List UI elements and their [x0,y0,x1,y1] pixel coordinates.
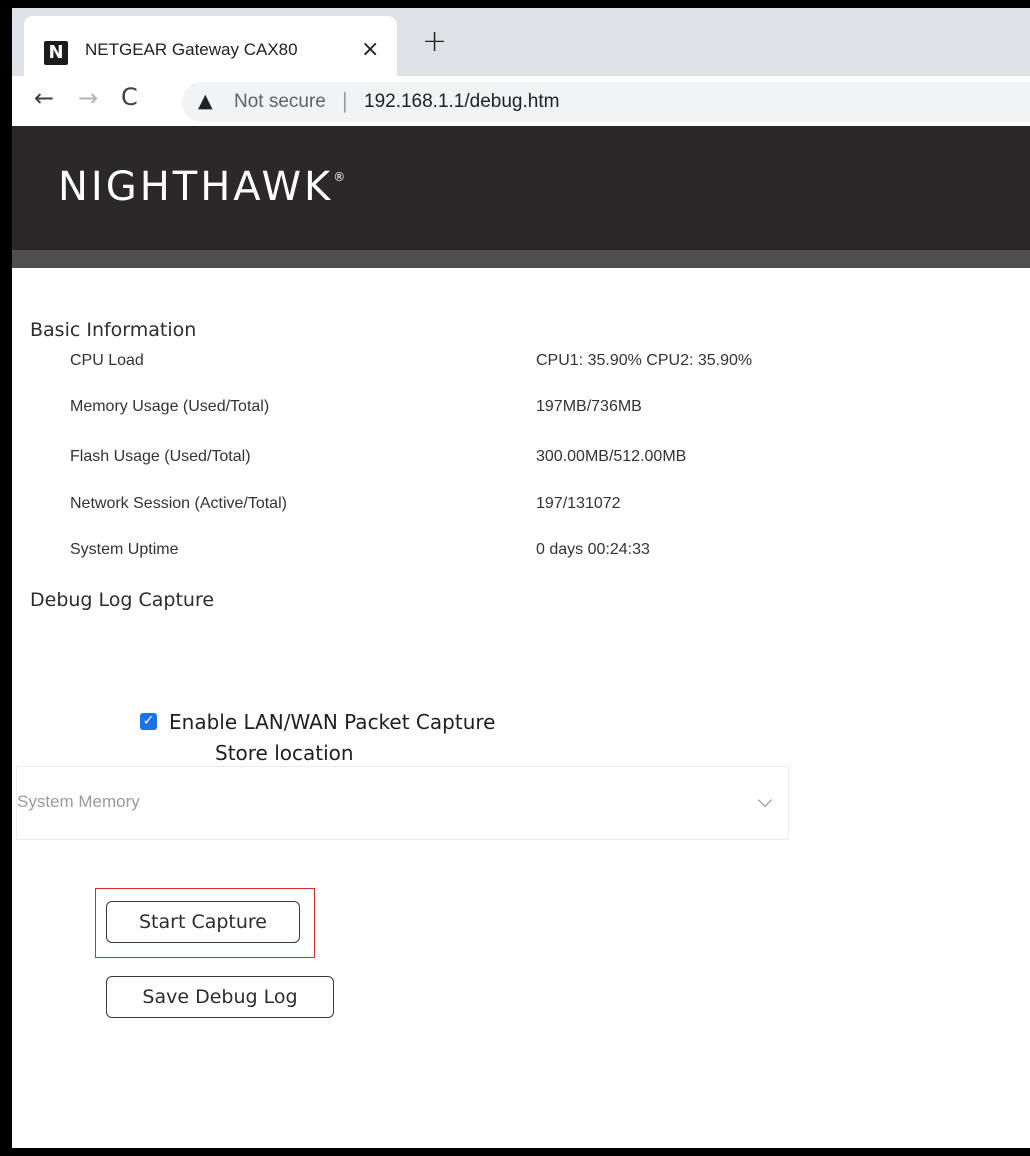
registered-mark: ® [333,170,346,184]
forward-arrow-icon[interactable]: → [78,84,98,112]
chevron-down-icon [757,792,773,808]
basic-information-title: Basic Information [30,319,197,341]
url-text[interactable]: 192.168.1.1/debug.htm [364,91,559,113]
reload-icon[interactable]: C [121,83,138,111]
store-location-value: System Memory [17,792,140,811]
info-value: CPU1: 35.90% CPU2: 35.90% [536,352,753,369]
info-value: 0 days 00:24:33 [536,541,650,558]
info-value: 197/131072 [536,495,621,512]
info-row-memory-usage: Memory Usage (Used/Total) 197MB/736MB [12,398,1030,428]
store-location-label: Store location [215,741,354,765]
url-separator: | [342,88,348,113]
browser-toolbar: ← → C ▲ Not secure | 192.168.1.1/debug.h… [12,76,1030,126]
site-header: NIGHTHAWK® [12,126,1030,250]
back-arrow-icon[interactable]: ← [34,84,54,112]
browser-window: N NETGEAR Gateway CAX80 × + ← → C ▲ Not … [12,8,1030,1148]
browser-tab[interactable]: N NETGEAR Gateway CAX80 × [24,16,397,76]
info-label: System Uptime [70,541,179,558]
header-divider [12,250,1030,268]
netgear-favicon-icon: N [44,41,68,65]
security-status[interactable]: Not secure [234,91,326,113]
info-row-cpu-load: CPU Load CPU1: 35.90% CPU2: 35.90% [12,352,1030,382]
info-value: 300.00MB/512.00MB [536,448,687,465]
info-label: CPU Load [70,352,144,369]
info-label: Flash Usage (Used/Total) [70,448,251,465]
save-debug-log-button[interactable]: Save Debug Log [106,976,334,1018]
close-tab-icon[interactable]: × [361,37,379,62]
warning-icon[interactable]: ▲ [198,90,213,112]
address-bar[interactable]: ▲ Not secure | 192.168.1.1/debug.htm [182,82,1030,122]
info-row-system-uptime: System Uptime 0 days 00:24:33 [12,541,1030,571]
tab-strip: N NETGEAR Gateway CAX80 × + [12,8,1030,76]
store-location-select[interactable]: System Memory [16,766,789,840]
enable-packet-capture-label[interactable]: Enable LAN/WAN Packet Capture [169,710,495,734]
start-capture-button[interactable]: Start Capture [106,901,300,943]
debug-log-capture-title: Debug Log Capture [30,589,215,611]
info-label: Network Session (Active/Total) [70,495,287,512]
enable-packet-capture-checkbox[interactable]: ✓ [140,713,157,730]
info-label: Memory Usage (Used/Total) [70,398,270,415]
info-value: 197MB/736MB [536,398,642,415]
info-row-network-session: Network Session (Active/Total) 197/13107… [12,495,1030,525]
logo-text: NIGHTHAWK [58,164,334,210]
tab-title: NETGEAR Gateway CAX80 [85,40,298,59]
nighthawk-logo: NIGHTHAWK® [58,164,345,210]
info-row-flash-usage: Flash Usage (Used/Total) 300.00MB/512.00… [12,448,1030,478]
new-tab-icon[interactable]: + [422,24,447,59]
